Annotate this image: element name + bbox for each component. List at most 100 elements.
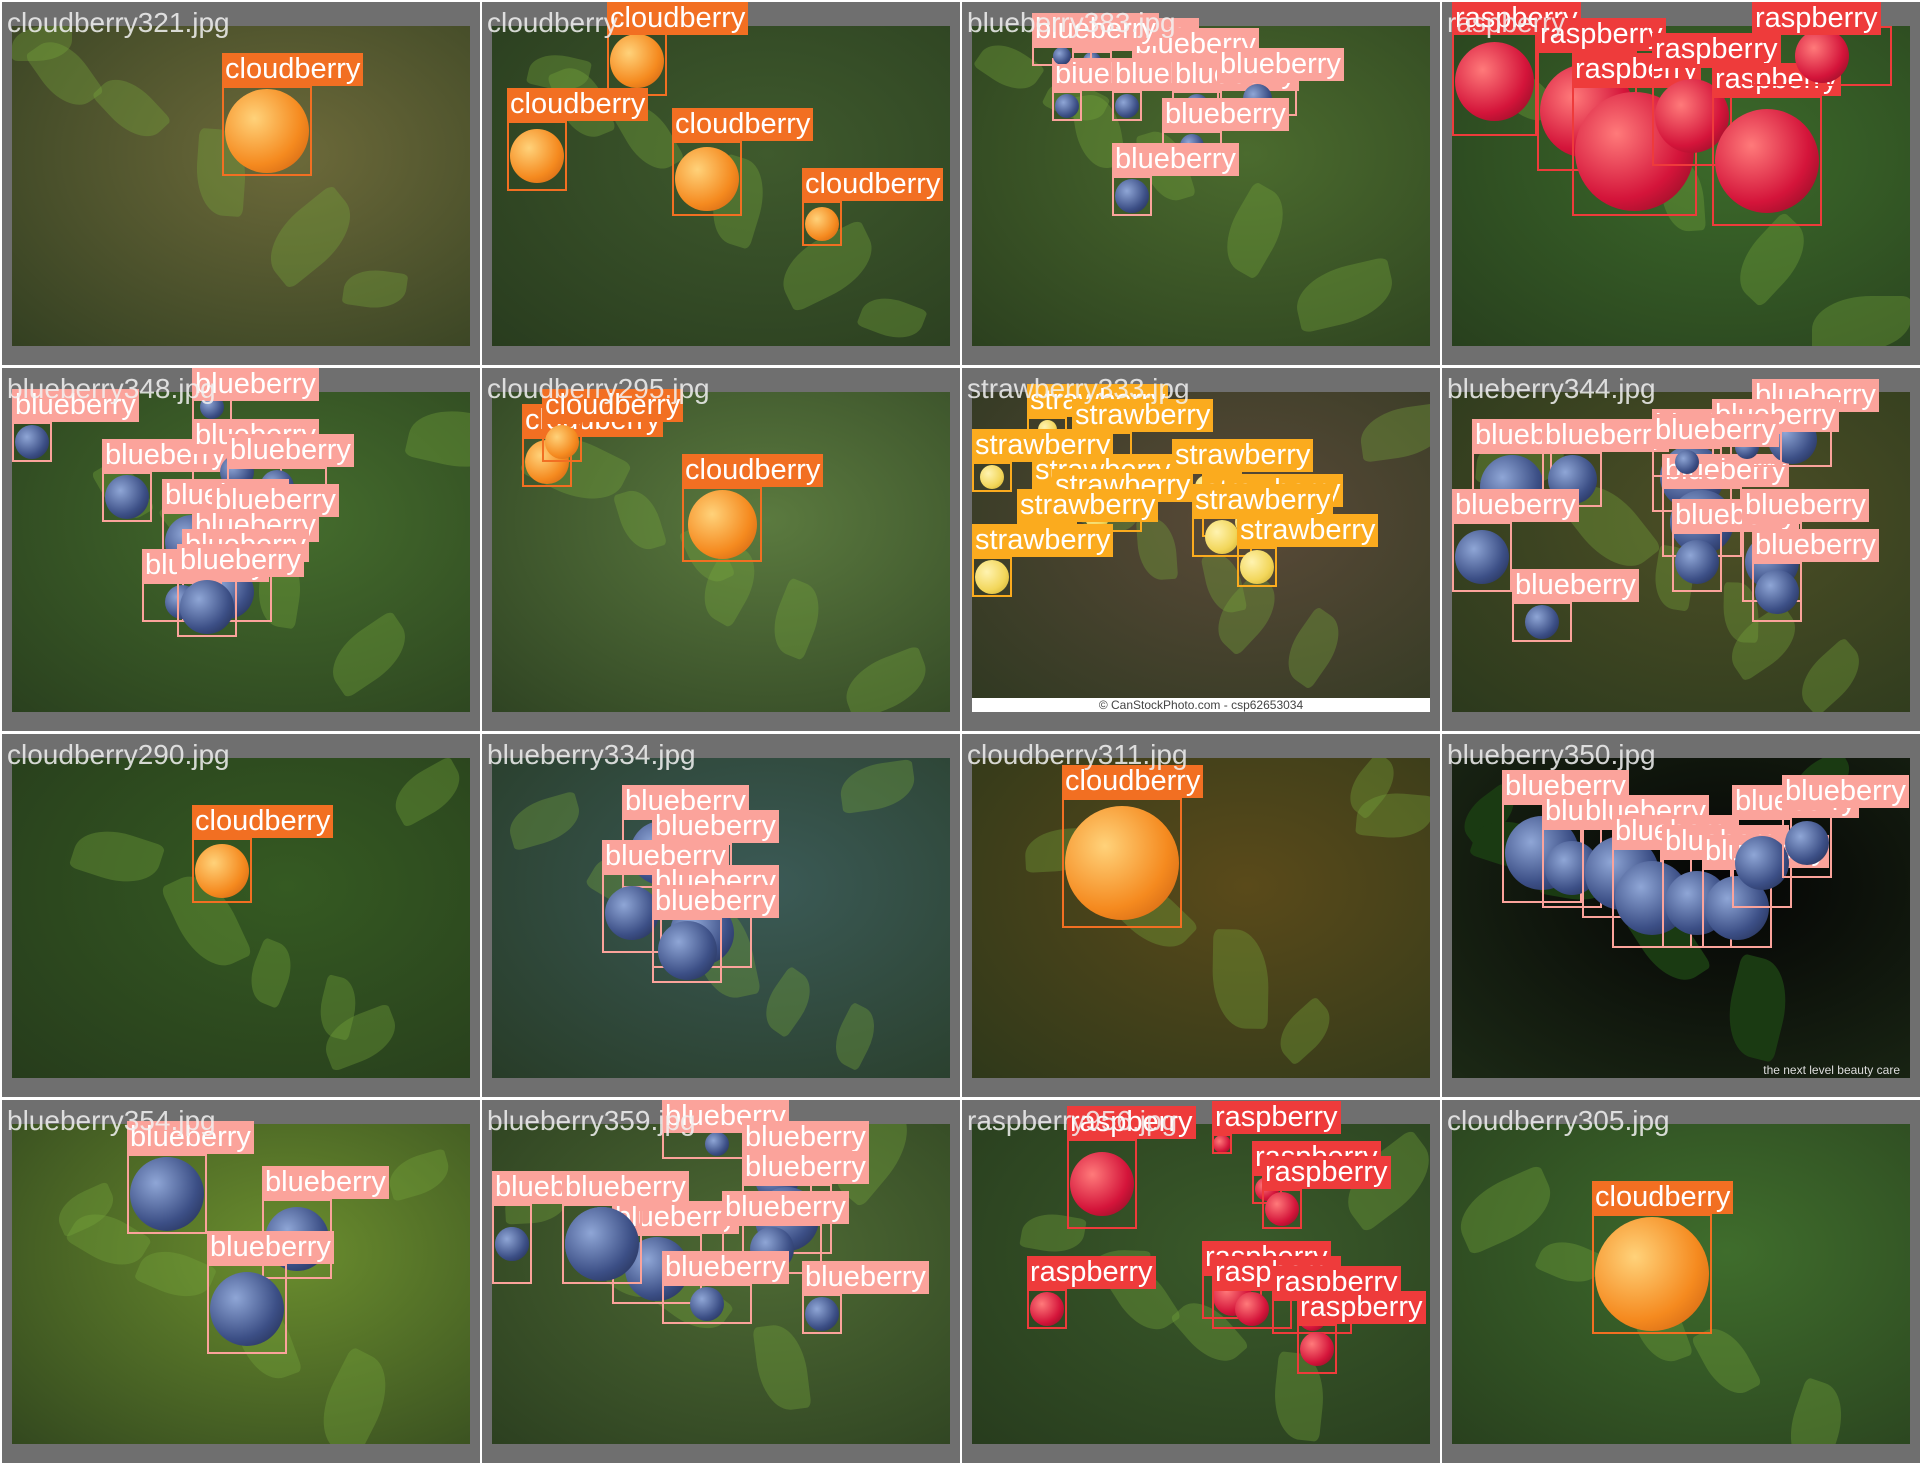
leaf-shape: [319, 610, 419, 699]
detection-label: blueberry: [177, 544, 304, 577]
bounding-box: [102, 472, 152, 522]
image-tile: strawberry strawberry strawberry strawberry…: [962, 368, 1440, 731]
detection-label: blueberry: [1512, 569, 1639, 602]
bounding-box: [1067, 1139, 1137, 1229]
bounding-box: [1752, 26, 1892, 86]
file-name: blueberry354.jpg: [7, 1105, 216, 1136]
leaf-shape: [341, 265, 409, 313]
detection-label: blueberry: [742, 1151, 869, 1184]
leaf-shape: [403, 400, 470, 478]
bounding-box: [1212, 1134, 1232, 1154]
detection-label: blueberry: [1452, 489, 1579, 522]
detection-label: cloudberry: [222, 53, 364, 86]
bounding-box: [12, 422, 52, 462]
detection-label: blueberry: [1752, 529, 1879, 562]
bounding-box: [127, 1154, 207, 1234]
detection-label: blueberry: [262, 1166, 389, 1199]
detection-label: raspberry: [1752, 2, 1881, 35]
bounding-box: [802, 1294, 842, 1334]
file-name: raspberry956.jpg: [967, 1105, 1178, 1136]
leaf-shape: [1212, 181, 1298, 280]
watermark: the next level beauty care: [1763, 1063, 1900, 1077]
leaf-shape: [1275, 606, 1352, 690]
detection-label: blueberry: [742, 1121, 869, 1154]
bounding-box: [1752, 562, 1802, 622]
bounding-box: [1452, 522, 1512, 592]
leaf-shape: [752, 1321, 812, 1414]
bounding-box: [1512, 602, 1572, 642]
detection-label: blueberry: [722, 1191, 849, 1224]
detection-label: cloudberry: [192, 805, 334, 838]
bounding-box: [542, 422, 582, 462]
file-name: cloudberry290.jpg: [7, 739, 230, 770]
leaf-shape: [1778, 1376, 1854, 1444]
detection-label: blueberry: [662, 1251, 789, 1284]
leaf-shape: [754, 965, 822, 1039]
bounding-box: [682, 487, 762, 562]
image-tile: blueberryblueberryblueberryblueberryblue…: [482, 1100, 960, 1463]
detection-label: raspberry: [1027, 1256, 1156, 1289]
bounding-box: [1652, 447, 1722, 477]
image-tile: cloudberry cloudberry305.jpg: [1442, 1100, 1920, 1463]
detection-label: raspberry: [1212, 1101, 1341, 1134]
image-tile: raspberry raspberry raspberry raspberry rasp…: [962, 1100, 1440, 1463]
detection-label: blueberry: [1742, 489, 1869, 522]
leaf-shape: [254, 184, 367, 290]
bounding-box: [1592, 1214, 1712, 1334]
leaf-shape: [503, 790, 586, 852]
detection-label: cloudberry: [682, 454, 824, 487]
image-tile: blueberryblueberryblueberryblueberryblue…: [482, 734, 960, 1097]
leaf-shape: [241, 937, 301, 1009]
bounding-box: [1672, 532, 1722, 592]
detection-label: blueberry: [227, 434, 354, 467]
leaf-shape: [1269, 996, 1341, 1066]
detection-label: blueberry: [207, 1231, 334, 1264]
file-name: blueberry383.jpg: [967, 7, 1176, 38]
file-name: cloudberry: [487, 7, 618, 38]
file-name: blueberry348.jpg: [7, 373, 216, 404]
image-tile: blueberry blueberry blueberry blueberry354.…: [2, 1100, 480, 1463]
leaf-shape: [1289, 256, 1400, 334]
file-name: raspberry: [1447, 7, 1566, 38]
detection-label: strawberry: [972, 524, 1114, 557]
leaf-shape: [612, 484, 668, 556]
detection-label: cloudberry: [1592, 1181, 1734, 1214]
file-name: cloudberry305.jpg: [1447, 1105, 1670, 1136]
bounding-box: [802, 201, 842, 246]
bounding-box: [1032, 46, 1092, 66]
leaf-shape: [91, 66, 172, 150]
bounding-box: [492, 1204, 532, 1284]
bounding-box: [972, 557, 1012, 597]
image-tile: blueberryblueberryblueberryblueberryblue…: [962, 2, 1440, 365]
image-tile: cloudberry cloudberry311.jpg: [962, 734, 1440, 1097]
detection-label: cloudberry: [607, 2, 749, 35]
file-name: blueberry359.jpg: [487, 1105, 696, 1136]
image-tile: blueberryblueberryblueberryblueberryblue…: [2, 368, 480, 731]
leaf-shape: [383, 1148, 455, 1202]
leaf-shape: [307, 1346, 402, 1444]
bounding-box: [222, 86, 312, 176]
detection-label: blueberry: [1782, 775, 1909, 808]
leaf-shape: [856, 289, 928, 346]
image-tile: cloudberry cloudberry290.jpg: [2, 734, 480, 1097]
image-tile: cloudberrycloudberrycloudberrycloudberry…: [482, 2, 960, 365]
detection-label: blueberry: [1217, 48, 1344, 81]
detection-label: blueberry: [652, 810, 779, 843]
bounding-box: [1452, 26, 1537, 136]
detection-label: cloudberry: [802, 168, 944, 201]
leaf-shape: [1812, 296, 1910, 346]
bounding-box: [1297, 1324, 1337, 1374]
image-tile: raspberry raspberry raspberry raspberry rasp…: [1442, 2, 1920, 365]
detection-label: blueberry: [1162, 98, 1289, 131]
detection-label: blueberry: [652, 885, 779, 918]
leaf-shape: [1135, 516, 1179, 582]
leaf-shape: [837, 645, 935, 712]
bounding-box: [972, 462, 1012, 492]
bounding-box: [672, 141, 742, 216]
leaf-shape: [1789, 636, 1872, 712]
bounding-box: [662, 1284, 752, 1324]
leaf-shape: [825, 1001, 885, 1072]
bounding-box: [192, 838, 252, 903]
bounding-box: [1112, 176, 1152, 216]
detection-label: raspberry: [1297, 1291, 1426, 1324]
